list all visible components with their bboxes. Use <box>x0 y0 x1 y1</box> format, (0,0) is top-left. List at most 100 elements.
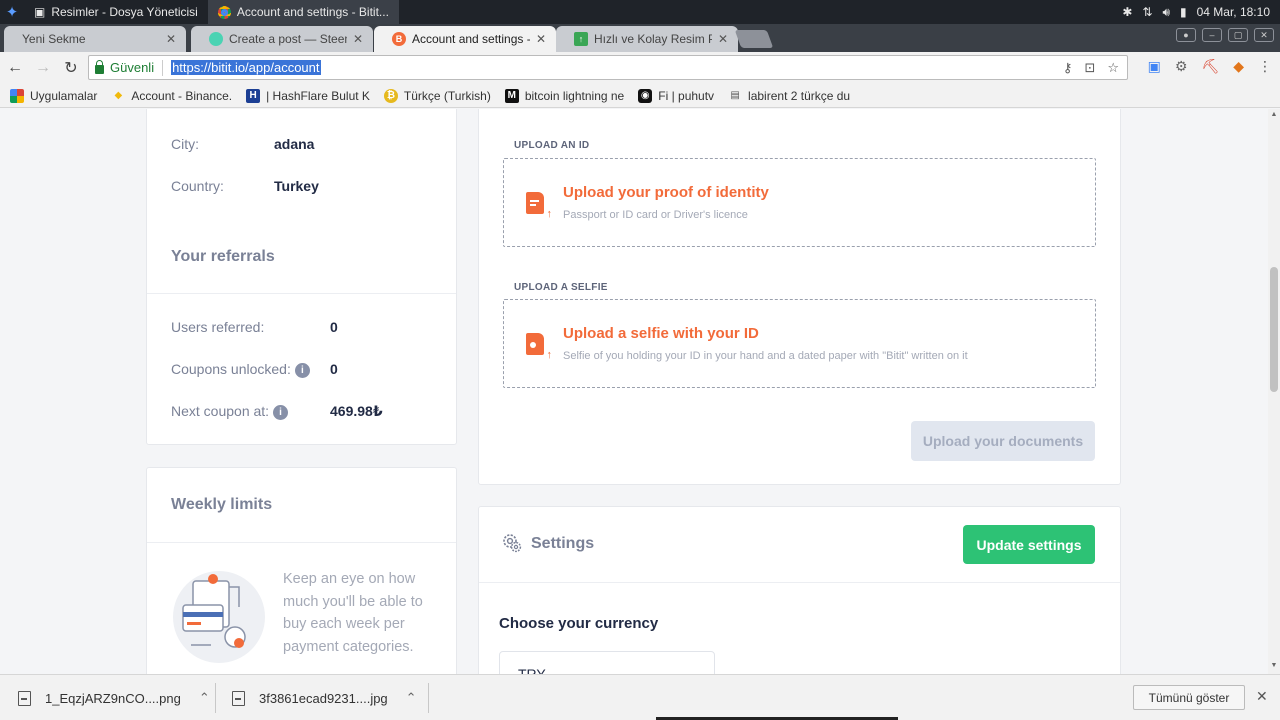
currency-title: Choose your currency <box>499 615 659 632</box>
folder-icon: ▣ <box>34 5 46 19</box>
upload-id-title: Upload your proof of identity <box>563 184 769 201</box>
tab-title: Hızlı ve Kolay Resim Pa <box>594 32 712 46</box>
bookmark-apps[interactable]: Uygulamalar <box>10 88 98 103</box>
task-label: Resimler - Dosya Yöneticisi <box>51 5 198 19</box>
star-icon[interactable]: ☆ <box>1107 60 1119 76</box>
profile-card: City: adana Country: Turkey Your referra… <box>146 109 457 445</box>
update-settings-button[interactable]: Update settings <box>963 525 1095 564</box>
tab-title: Create a post — Steem <box>229 32 347 46</box>
task-chrome[interactable]: Account and settings - Bitit... <box>207 0 399 24</box>
chevron-up-icon[interactable]: ⌃ <box>199 690 210 706</box>
info-icon[interactable]: i <box>273 404 289 420</box>
forward-arrow-icon[interactable]: → <box>30 55 56 81</box>
task-label: Account and settings - Bitit... <box>236 5 389 19</box>
selfie-upload-icon <box>526 333 552 361</box>
close-icon[interactable]: ✕ <box>1256 688 1268 705</box>
weekly-limits-title: Weekly limits <box>171 496 273 513</box>
currency-select[interactable]: TRY <box>499 651 715 674</box>
bookmark-label: Account - Binance. <box>131 88 233 103</box>
settings-gears-icon <box>503 534 522 553</box>
upload-selfie-dropzone[interactable]: Upload a selfie with your ID Selfie of y… <box>503 299 1096 388</box>
task-file-manager[interactable]: ▣ Resimler - Dosya Yöneticisi <box>24 0 208 24</box>
divider <box>428 683 429 713</box>
download-bar: 1_EqzjARZ9nCO....png ⌃ 3f3861ecad9231...… <box>0 674 1280 720</box>
bookmark-label: Uygulamalar <box>30 88 98 103</box>
tab-bitit-account[interactable]: B Account and settings - ✕ <box>374 26 556 52</box>
bitit-icon: B <box>392 32 406 46</box>
battery-icon[interactable]: ▮ <box>1180 5 1187 19</box>
download-item[interactable]: 1_EqzjARZ9nCO....png ⌃ <box>18 683 210 713</box>
url-text[interactable]: https://bitit.io/app/account <box>171 60 321 75</box>
users-referred-label: Users referred: <box>171 319 265 335</box>
bookmark-medium[interactable]: M bitcoin lightning ne <box>504 88 625 103</box>
minimize-icon[interactable]: – <box>1202 28 1222 42</box>
image-file-icon <box>18 690 31 706</box>
puhutv-icon: ◉ <box>638 88 653 103</box>
google-translate-icon[interactable]: ▣ <box>1148 58 1161 75</box>
pickaxe-icon[interactable]: ⛏ <box>1201 58 1219 75</box>
document-upload-icon <box>526 192 552 220</box>
country-value: Turkey <box>274 178 319 194</box>
address-bar[interactable]: Güvenli https://bitit.io/app/account ⚷ ⊡… <box>88 55 1128 80</box>
bookmark-labirent[interactable]: ▤ labirent 2 türkçe du <box>728 89 850 103</box>
upload-selfie-label: UPLOAD A SELFIE <box>514 282 608 293</box>
upload-id-dropzone[interactable]: Upload your proof of identity Passport o… <box>503 158 1096 247</box>
network-icon[interactable]: ⇅ <box>1142 5 1152 19</box>
back-arrow-icon[interactable]: ← <box>2 55 28 81</box>
app-menu-icon[interactable]: ✦ <box>0 0 24 24</box>
close-window-icon[interactable]: ✕ <box>1254 28 1274 42</box>
show-all-downloads-button[interactable]: Tümünü göster <box>1133 685 1245 710</box>
volume-icon[interactable]: 🔊︎ <box>1162 5 1170 20</box>
bookmark-binance[interactable]: ◆ Account - Binance. <box>111 88 233 103</box>
close-icon[interactable]: ✕ <box>353 32 363 46</box>
upload-id-label: UPLOAD AN ID <box>514 140 590 151</box>
bookmark-turkce[interactable]: ₿ Türkçe (Turkish) <box>383 88 491 103</box>
bluetooth-icon[interactable]: ✱ <box>1122 5 1132 19</box>
next-coupon-value: 469.98₺ <box>330 403 383 419</box>
scroll-thumb[interactable] <box>1270 267 1278 392</box>
upload-selfie-subtitle: Selfie of you holding your ID in your ha… <box>563 350 968 362</box>
download-item[interactable]: 3f3861ecad9231....jpg ⌃ <box>232 683 417 713</box>
bookmark-label: Fi | puhutv <box>658 88 715 103</box>
upload-documents-button[interactable]: Upload your documents <box>911 421 1095 461</box>
tab-title: Yeni Sekme <box>22 32 86 46</box>
next-coupon-row: Next coupon at: i <box>171 403 289 420</box>
bookmark-puhutv[interactable]: ◉ Fi | puhutv <box>638 88 715 103</box>
new-tab-button[interactable] <box>734 30 774 48</box>
metamask-icon[interactable]: ◆ <box>1233 58 1244 75</box>
tab-new-tab[interactable]: Yeni Sekme ✕ <box>4 26 186 52</box>
close-icon[interactable]: ✕ <box>718 32 728 46</box>
close-icon[interactable]: ✕ <box>536 32 546 46</box>
hashflare-icon: H <box>246 88 261 103</box>
chevron-up-icon[interactable]: ⌃ <box>406 690 417 706</box>
maximize-icon[interactable]: ▢ <box>1228 28 1248 42</box>
download-filename: 1_EqzjARZ9nCO....png <box>45 690 181 706</box>
security-indicator[interactable]: Güvenli <box>95 59 154 75</box>
clock[interactable]: 04 Mar, 18:10 <box>1197 5 1270 19</box>
info-icon[interactable]: i <box>294 362 310 378</box>
bookmark-label: bitcoin lightning ne <box>524 88 625 103</box>
users-referred-value: 0 <box>330 319 338 335</box>
menu-icon[interactable]: ⋮ <box>1258 58 1272 75</box>
profile-icon[interactable]: ● <box>1176 28 1196 42</box>
scroll-up-icon[interactable]: ▲ <box>1268 111 1280 121</box>
bookmark-hashflare[interactable]: H | HashFlare Bulut K <box>246 88 370 103</box>
reload-icon[interactable]: ↻ <box>58 55 84 81</box>
translate-icon[interactable]: ⊡ <box>1084 60 1095 76</box>
close-icon[interactable]: ✕ <box>166 32 176 46</box>
tab-steemit[interactable]: Create a post — Steem ✕ <box>191 26 373 52</box>
chrome-icon <box>217 5 231 19</box>
extension-icons: ▣ ⚙ ⛏ ◆ ⋮ <box>1148 58 1272 75</box>
key-icon[interactable]: ⚷ <box>1063 60 1073 76</box>
extension-icon[interactable]: ⚙ <box>1175 58 1188 75</box>
scroll-down-icon[interactable]: ▼ <box>1268 662 1280 672</box>
image-file-icon <box>232 690 245 706</box>
city-value: adana <box>274 136 315 152</box>
upload-selfie-title: Upload a selfie with your ID <box>563 325 759 342</box>
binance-icon: ◆ <box>114 90 123 101</box>
page-scrollbar[interactable]: ▲ ▼ <box>1268 109 1280 674</box>
film-icon: ▤ <box>730 90 740 101</box>
upload-id-subtitle: Passport or ID card or Driver's licence <box>563 209 748 221</box>
currency-value: TRY <box>518 666 546 674</box>
tab-image-upload[interactable]: ↑ Hızlı ve Kolay Resim Pa ✕ <box>556 26 738 52</box>
